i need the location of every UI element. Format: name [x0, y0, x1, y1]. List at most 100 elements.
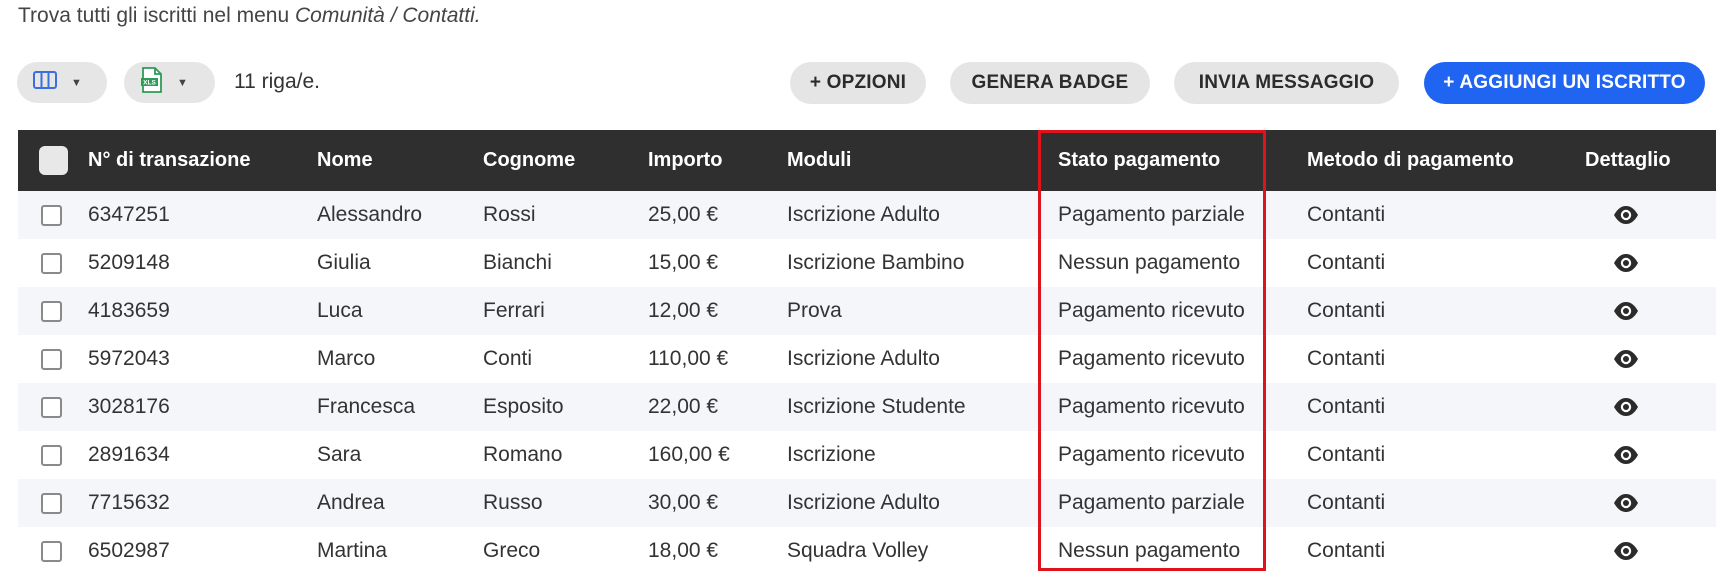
first-name-cell: Giulia [317, 251, 371, 274]
form-cell: Iscrizione [787, 443, 876, 466]
last-name-cell: Rossi [483, 203, 536, 226]
columns-icon [33, 71, 57, 94]
eye-icon[interactable] [1612, 444, 1640, 466]
payment-method-cell: Contanti [1307, 539, 1386, 562]
table-body: 6347251 Alessandro Rossi 25,00 € Iscrizione … [18, 191, 1716, 575]
add-subscriber-button[interactable]: + AGGIUNGI UN ISCRITTO [1424, 62, 1705, 104]
payment-status-cell: Nessun pagamento [1058, 539, 1241, 562]
first-name-cell: Andrea [317, 491, 385, 514]
xls-file-icon: XLS [141, 67, 163, 98]
last-name-cell: Greco [483, 539, 541, 562]
payment-status-cell: Pagamento ricevuto [1058, 395, 1245, 418]
amount-cell: 160,00 € [648, 443, 730, 466]
export-selector[interactable]: XLS ▼ [124, 62, 215, 103]
last-name-cell: Conti [483, 347, 533, 370]
transaction-cell: 3028176 [88, 395, 170, 418]
last-name-cell: Bianchi [483, 251, 552, 274]
header-forms[interactable]: Moduli [787, 130, 851, 191]
first-name-cell: Martina [317, 539, 388, 562]
payment-status-cell: Pagamento ricevuto [1058, 299, 1245, 322]
header-detail: Dettaglio [1585, 149, 1671, 171]
first-name-cell: Alessandro [317, 203, 423, 226]
transaction-cell: 4183659 [88, 299, 170, 322]
transaction-cell: 6502987 [88, 539, 170, 562]
form-cell: Iscrizione Adulto [787, 347, 940, 370]
header-transaction[interactable]: N° di transazione [88, 130, 250, 191]
header-amount[interactable]: Importo [648, 130, 722, 191]
payment-method-cell: Contanti [1307, 347, 1386, 370]
toolbar: ▼ XLS ▼ 11 riga/e. + OPZIONI GENERA BADG… [0, 0, 1729, 130]
table-header: N° di transazione Nome Cognome Importo M… [18, 130, 1716, 191]
header-first-name[interactable]: Nome [317, 130, 373, 191]
table-row[interactable]: 4183659 Luca Ferrari 12,00 € Prova Pagamento … [18, 287, 1716, 335]
amount-cell: 12,00 € [648, 299, 719, 322]
form-cell: Prova [787, 299, 842, 322]
table-row[interactable]: 3028176 Francesca Esposito 22,00 € Iscrizion… [18, 383, 1716, 431]
payment-status-cell: Pagamento parziale [1058, 203, 1245, 226]
eye-icon[interactable] [1612, 492, 1640, 514]
form-cell: Squadra Volley [787, 539, 929, 562]
transaction-cell: 5972043 [88, 347, 170, 370]
table-row[interactable]: 5209148 Giulia Bianchi 15,00 € Iscrizione Ba… [18, 239, 1716, 287]
form-cell: Iscrizione Bambino [787, 251, 965, 274]
eye-icon[interactable] [1612, 204, 1640, 226]
first-name-cell: Luca [317, 299, 363, 322]
header-payment-method[interactable]: Metodo di pagamento [1307, 130, 1514, 191]
table-row[interactable]: 2891634 Sara Romano 160,00 € Iscrizione Pagam… [18, 431, 1716, 479]
eye-icon[interactable] [1612, 540, 1640, 562]
amount-cell: 18,00 € [648, 539, 719, 562]
header-payment-status[interactable]: Stato pagamento [1058, 130, 1220, 191]
row-checkbox[interactable] [41, 445, 62, 466]
table-row[interactable]: 5972043 Marco Conti 110,00 € Iscrizione Adul… [18, 335, 1716, 383]
table-row[interactable]: 7715632 Andrea Russo 30,00 € Iscrizione Adul… [18, 479, 1716, 527]
row-checkbox[interactable] [41, 349, 62, 370]
first-name-cell: Sara [317, 443, 362, 466]
transaction-cell: 5209148 [88, 251, 170, 274]
header-last-name[interactable]: Cognome [483, 130, 575, 191]
form-cell: Iscrizione Adulto [787, 491, 940, 514]
payment-method-cell: Contanti [1307, 299, 1386, 322]
options-button[interactable]: + OPZIONI [790, 62, 926, 104]
amount-cell: 110,00 € [648, 347, 729, 370]
payment-status-cell: Pagamento ricevuto [1058, 347, 1245, 370]
amount-cell: 30,00 € [648, 491, 719, 514]
table-row[interactable]: 6502987 Martina Greco 18,00 € Squadra Volley… [18, 527, 1716, 575]
amount-cell: 15,00 € [648, 251, 719, 274]
first-name-cell: Marco [317, 347, 376, 370]
subscribers-table: N° di transazione Nome Cognome Importo M… [18, 130, 1716, 575]
row-checkbox[interactable] [41, 253, 62, 274]
last-name-cell: Romano [483, 443, 563, 466]
last-name-cell: Russo [483, 491, 543, 514]
transaction-cell: 6347251 [88, 203, 170, 226]
eye-icon[interactable] [1612, 348, 1640, 370]
row-checkbox[interactable] [41, 205, 62, 226]
first-name-cell: Francesca [317, 395, 416, 418]
generate-badge-button[interactable]: GENERA BADGE [950, 62, 1150, 104]
payment-status-cell: Nessun pagamento [1058, 251, 1241, 274]
transaction-cell: 2891634 [88, 443, 170, 466]
chevron-down-icon: ▼ [177, 76, 188, 89]
send-message-button[interactable]: INVIA MESSAGGIO [1174, 62, 1399, 104]
eye-icon[interactable] [1612, 300, 1640, 322]
row-count: 11 riga/e. [234, 70, 320, 93]
payment-method-cell: Contanti [1307, 443, 1386, 466]
eye-icon[interactable] [1612, 396, 1640, 418]
payment-status-cell: Pagamento parziale [1058, 491, 1245, 514]
form-cell: Iscrizione Studente [787, 395, 966, 418]
table-row[interactable]: 6347251 Alessandro Rossi 25,00 € Iscrizione … [18, 191, 1716, 239]
payment-method-cell: Contanti [1307, 491, 1386, 514]
svg-text:XLS: XLS [143, 80, 156, 87]
form-cell: Iscrizione Adulto [787, 203, 940, 226]
payment-status-cell: Pagamento ricevuto [1058, 443, 1245, 466]
row-checkbox[interactable] [41, 493, 62, 514]
eye-icon[interactable] [1612, 252, 1640, 274]
transaction-cell: 7715632 [88, 491, 170, 514]
row-checkbox[interactable] [41, 541, 62, 562]
row-checkbox[interactable] [41, 301, 62, 322]
payment-method-cell: Contanti [1307, 251, 1386, 274]
chevron-down-icon: ▼ [71, 76, 82, 89]
columns-selector[interactable]: ▼ [17, 62, 107, 103]
row-checkbox[interactable] [41, 397, 62, 418]
select-all-checkbox[interactable] [39, 146, 68, 175]
amount-cell: 22,00 € [648, 395, 719, 418]
